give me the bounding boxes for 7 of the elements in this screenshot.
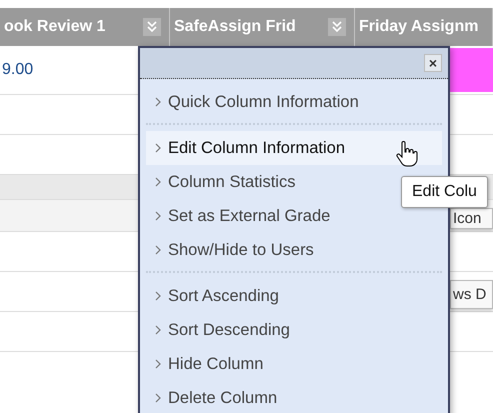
grade-text: 9.00 [2,61,34,79]
column-header: SafeAssign Frid [174,18,296,36]
table-cell: ws D [450,280,493,309]
tooltip: Edit Colu [401,176,488,208]
table-cell: Icon [450,208,493,229]
column-header: Friday Assignm [359,18,478,36]
column-header: ook Review 1 [4,18,106,36]
